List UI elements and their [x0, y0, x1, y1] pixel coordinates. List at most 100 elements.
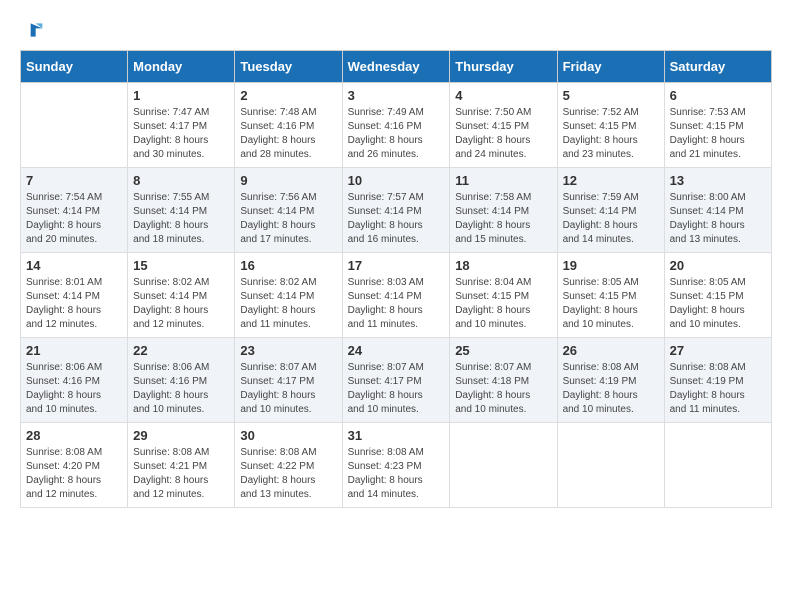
calendar-cell: 16Sunrise: 8:02 AMSunset: 4:14 PMDayligh…	[235, 253, 342, 338]
weekday-header: Saturday	[664, 51, 771, 83]
calendar-cell: 4Sunrise: 7:50 AMSunset: 4:15 PMDaylight…	[450, 83, 557, 168]
day-number: 6	[670, 88, 766, 103]
day-number: 4	[455, 88, 551, 103]
calendar-cell: 7 Sunrise: 7:54 AMSunset: 4:14 PMDaylight…	[21, 168, 128, 253]
day-number: 31	[348, 428, 445, 443]
day-info: Sunrise: 8:08 AMSunset: 4:23 PMDaylight:…	[348, 446, 445, 502]
calendar-cell: 28 Sunrise: 8:08 AMSunset: 4:20 PMDayligh…	[21, 423, 128, 508]
day-info: Sunrise: 8:06 AMSunset: 4:16 PMDaylight:…	[133, 361, 229, 417]
weekday-header: Sunday	[21, 51, 128, 83]
calendar-cell: 24 Sunrise: 8:07 AMSunset: 4:17 PMDayligh…	[342, 338, 450, 423]
day-number: 22	[133, 343, 229, 358]
day-info: Sunrise: 7:54 AMSunset: 4:14 PMDaylight:…	[26, 191, 122, 247]
day-info: Sunrise: 8:08 AMSunset: 4:21 PMDaylight:…	[133, 446, 229, 502]
day-number: 11	[455, 173, 551, 188]
weekday-header: Thursday	[450, 51, 557, 83]
day-info: Sunrise: 8:02 AMSunset: 4:14 PMDaylight:…	[240, 276, 336, 332]
calendar-cell: 14 Sunrise: 8:01 AMSunset: 4:14 PMDayligh…	[21, 253, 128, 338]
calendar-cell: 5 Sunrise: 7:52 AMSunset: 4:15 PMDaylight…	[557, 83, 664, 168]
day-info: Sunrise: 7:55 AMSunset: 4:14 PMDaylight:…	[133, 191, 229, 247]
weekday-header: Monday	[128, 51, 235, 83]
day-info: Sunrise: 7:53 AMSunset: 4:15 PMDaylight:…	[670, 106, 766, 162]
day-info: Sunrise: 8:07 AMSunset: 4:17 PMDaylight:…	[348, 361, 445, 417]
calendar-cell: 22 Sunrise: 8:06 AMSunset: 4:16 PMDayligh…	[128, 338, 235, 423]
day-info: Sunrise: 7:52 AMSunset: 4:15 PMDaylight:…	[563, 106, 659, 162]
day-number: 2	[240, 88, 336, 103]
calendar-cell: 15 Sunrise: 8:02 AMSunset: 4:14 PMDayligh…	[128, 253, 235, 338]
day-info: Sunrise: 7:58 AMSunset: 4:14 PMDaylight:…	[455, 191, 551, 247]
calendar-cell: 1 Sunrise: 7:47 AMSunset: 4:17 PMDaylight…	[128, 83, 235, 168]
calendar-cell: 9 Sunrise: 7:56 AMSunset: 4:14 PMDaylight…	[235, 168, 342, 253]
day-number: 3	[348, 88, 445, 103]
day-info: Sunrise: 8:08 AMSunset: 4:19 PMDaylight:…	[670, 361, 766, 417]
calendar-cell: 18Sunrise: 8:04 AMSunset: 4:15 PMDayligh…	[450, 253, 557, 338]
day-number: 30	[240, 428, 336, 443]
day-number: 15	[133, 258, 229, 273]
day-info: Sunrise: 8:02 AMSunset: 4:14 PMDaylight:…	[133, 276, 229, 332]
day-info: Sunrise: 8:01 AMSunset: 4:14 PMDaylight:…	[26, 276, 122, 332]
logo-icon	[24, 20, 44, 40]
day-number: 1	[133, 88, 229, 103]
calendar-cell	[450, 423, 557, 508]
day-info: Sunrise: 7:56 AMSunset: 4:14 PMDaylight:…	[240, 191, 336, 247]
calendar-cell: 13 Sunrise: 8:00 AMSunset: 4:14 PMDayligh…	[664, 168, 771, 253]
day-number: 17	[348, 258, 445, 273]
calendar-cell: 8 Sunrise: 7:55 AMSunset: 4:14 PMDaylight…	[128, 168, 235, 253]
calendar-cell: 20 Sunrise: 8:05 AMSunset: 4:15 PMDayligh…	[664, 253, 771, 338]
day-info: Sunrise: 8:08 AMSunset: 4:19 PMDaylight:…	[563, 361, 659, 417]
calendar-cell: 23 Sunrise: 8:07 AMSunset: 4:17 PMDayligh…	[235, 338, 342, 423]
day-number: 29	[133, 428, 229, 443]
day-info: Sunrise: 8:06 AMSunset: 4:16 PMDaylight:…	[26, 361, 122, 417]
day-number: 12	[563, 173, 659, 188]
day-info: Sunrise: 8:07 AMSunset: 4:17 PMDaylight:…	[240, 361, 336, 417]
calendar-cell: 11 Sunrise: 7:58 AMSunset: 4:14 PMDayligh…	[450, 168, 557, 253]
calendar-cell: 2 Sunrise: 7:48 AMSunset: 4:16 PMDaylight…	[235, 83, 342, 168]
day-info: Sunrise: 8:08 AMSunset: 4:22 PMDaylight:…	[240, 446, 336, 502]
day-number: 25	[455, 343, 551, 358]
calendar-cell: 29 Sunrise: 8:08 AMSunset: 4:21 PMDayligh…	[128, 423, 235, 508]
weekday-header: Friday	[557, 51, 664, 83]
day-number: 26	[563, 343, 659, 358]
calendar-table: SundayMondayTuesdayWednesdayThursdayFrid…	[20, 50, 772, 508]
calendar-cell	[664, 423, 771, 508]
day-number: 27	[670, 343, 766, 358]
day-number: 20	[670, 258, 766, 273]
day-number: 9	[240, 173, 336, 188]
day-info: Sunrise: 7:47 AMSunset: 4:17 PMDaylight:…	[133, 106, 229, 162]
calendar-cell: 21 Sunrise: 8:06 AMSunset: 4:16 PMDayligh…	[21, 338, 128, 423]
weekday-header: Wednesday	[342, 51, 450, 83]
day-info: Sunrise: 7:48 AMSunset: 4:16 PMDaylight:…	[240, 106, 336, 162]
day-number: 24	[348, 343, 445, 358]
day-number: 7	[26, 173, 122, 188]
day-number: 13	[670, 173, 766, 188]
calendar-cell: 26 Sunrise: 8:08 AMSunset: 4:19 PMDayligh…	[557, 338, 664, 423]
weekday-header: Tuesday	[235, 51, 342, 83]
day-number: 8	[133, 173, 229, 188]
calendar-cell: 6 Sunrise: 7:53 AMSunset: 4:15 PMDaylight…	[664, 83, 771, 168]
day-info: Sunrise: 8:05 AMSunset: 4:15 PMDaylight:…	[563, 276, 659, 332]
calendar-cell: 30 Sunrise: 8:08 AMSunset: 4:22 PMDayligh…	[235, 423, 342, 508]
calendar-cell: 25Sunrise: 8:07 AMSunset: 4:18 PMDayligh…	[450, 338, 557, 423]
day-number: 23	[240, 343, 336, 358]
day-number: 18	[455, 258, 551, 273]
day-number: 14	[26, 258, 122, 273]
logo	[20, 20, 44, 40]
calendar-cell: 17 Sunrise: 8:03 AMSunset: 4:14 PMDayligh…	[342, 253, 450, 338]
day-info: Sunrise: 7:59 AMSunset: 4:14 PMDaylight:…	[563, 191, 659, 247]
calendar-cell: 12 Sunrise: 7:59 AMSunset: 4:14 PMDayligh…	[557, 168, 664, 253]
day-number: 21	[26, 343, 122, 358]
day-info: Sunrise: 8:05 AMSunset: 4:15 PMDaylight:…	[670, 276, 766, 332]
calendar-cell: 3Sunrise: 7:49 AMSunset: 4:16 PMDaylight…	[342, 83, 450, 168]
day-info: Sunrise: 8:00 AMSunset: 4:14 PMDaylight:…	[670, 191, 766, 247]
calendar-cell	[21, 83, 128, 168]
day-number: 28	[26, 428, 122, 443]
page-header	[20, 20, 772, 40]
calendar-cell	[557, 423, 664, 508]
day-info: Sunrise: 8:08 AMSunset: 4:20 PMDaylight:…	[26, 446, 122, 502]
day-number: 5	[563, 88, 659, 103]
day-number: 10	[348, 173, 445, 188]
day-number: 19	[563, 258, 659, 273]
day-info: Sunrise: 8:03 AMSunset: 4:14 PMDaylight:…	[348, 276, 445, 332]
calendar-cell: 27 Sunrise: 8:08 AMSunset: 4:19 PMDayligh…	[664, 338, 771, 423]
calendar-cell: 10Sunrise: 7:57 AMSunset: 4:14 PMDayligh…	[342, 168, 450, 253]
